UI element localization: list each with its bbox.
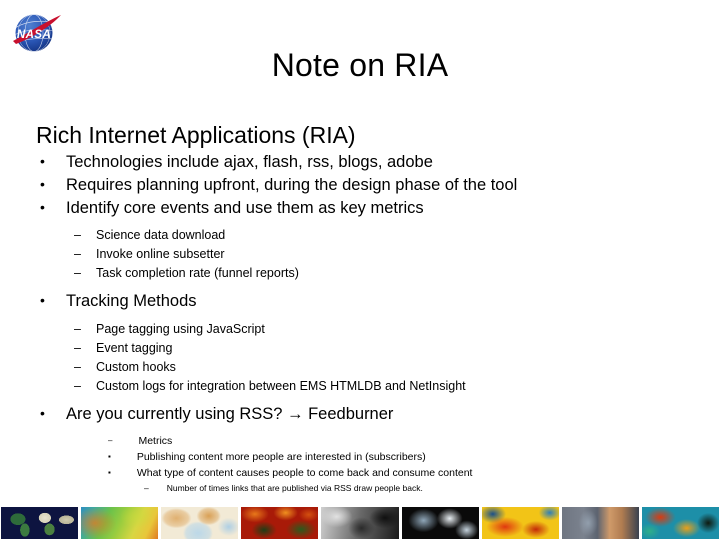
bullet-level3: ▪ What type of content causes people to … [36,465,696,481]
bullet-level3-metrics: – Metrics [36,433,696,449]
bullet-level1: • Technologies include ajax, flash, rss,… [36,151,696,174]
bullet-level2: – Page tagging using JavaScript [36,320,696,339]
bullet-marker: – [74,228,81,243]
bullet-level1: • Are you currently using RSS? → Feedbur… [36,403,696,426]
bullet-level1: • Identify core events and use them as k… [36,197,696,220]
bullet-text: Number of times links that are published… [166,482,423,493]
bullet-text: Technologies include ajax, flash, rss, b… [66,153,433,172]
bullet-text: Task completion rate (funnel reports) [96,266,299,281]
bullet-marker: – [74,322,81,337]
bullet-text: Are you currently using RSS? → Feedburne… [66,405,394,424]
bullet-level4: – Number of times links that are publish… [36,482,696,496]
bullet-text: Event tagging [96,341,173,356]
bullet-level3: ▪ Publishing content more people are int… [36,449,696,465]
bullet-marker: ▪ [108,452,111,462]
sst-yellow-red-tile [481,507,559,539]
bullet-marker: – [108,435,113,445]
bullet-text: Requires planning upfront, during the de… [66,175,518,194]
bullet-text: Metrics [138,434,173,447]
green-yellow-gradient-tile [81,507,159,539]
bullet-marker: • [40,198,45,215]
bullet-text: Page tagging using JavaScript [96,322,265,337]
bullet-marker: – [74,379,81,394]
bullet-marker: • [40,405,45,422]
bullet-marker: • [40,292,45,309]
pale-tan-landmass-tile [161,507,239,539]
bullet-marker: ▪ [108,468,111,478]
slide-canvas: NASA Note on RIA Rich Internet Applicati… [0,0,720,540]
ocean-current-teal-red-tile [641,507,719,539]
grayscale-satellite-tile [321,507,399,539]
bullet-level2: – Custom logs for integration between EM… [36,377,696,396]
bullet-text: Publishing content more people are inter… [136,451,426,464]
slate-tan-bands-tile [561,507,639,539]
earth-science-imagery-strip [0,507,720,540]
bullet-text: What type of content causes people to co… [136,467,473,480]
bullet-marker: – [74,247,81,262]
bullet-level2: – Custom hooks [36,358,696,377]
bullet-level2: – Task completion rate (funnel reports) [36,264,696,283]
bullet-text: Custom logs for integration between EMS … [96,379,466,394]
bullet-text: Identify core events and use them as key… [66,198,424,217]
bullet-level1: • Requires planning upfront, during the … [36,174,696,197]
bullet-marker: – [144,482,149,493]
bullet-level2: – Event tagging [36,339,696,358]
bullet-text: Tracking Methods [66,292,197,311]
slide-body: Rich Internet Applications (RIA) • Techn… [36,122,696,495]
bullet-text: Science data download [96,228,226,243]
red-orange-vegetation-tile [241,507,319,539]
bullet-level1: • Tracking Methods [36,290,696,313]
bw-cloud-imagery-tile [401,507,479,539]
body-heading: Rich Internet Applications (RIA) [36,122,356,148]
bullet-level2: – Invoke online subsetter [36,245,696,264]
bullet-marker: – [74,266,81,281]
bullet-marker: – [74,360,81,375]
svg-text:NASA: NASA [17,29,51,41]
page-title: Note on RIA [271,47,449,83]
bullet-text: Invoke online subsetter [96,247,225,262]
world-map-dark-tile [1,507,79,539]
bullet-marker: • [40,153,45,170]
bullet-text: Custom hooks [96,360,176,375]
bullet-marker: – [74,341,81,356]
bullet-level2: – Science data download [36,226,696,245]
bullet-marker: • [40,175,45,192]
